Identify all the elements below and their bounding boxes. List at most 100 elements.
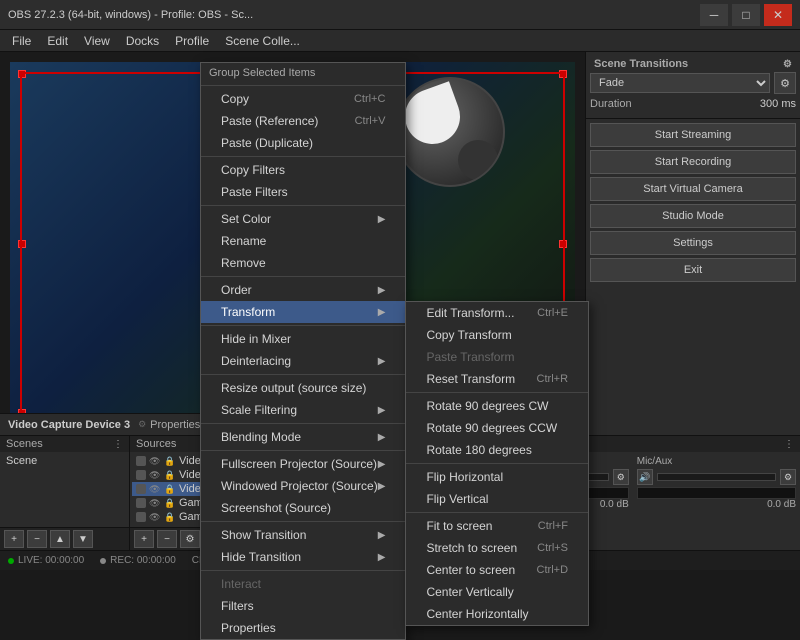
ctx-center-to-screen[interactable]: Center to screen Ctrl+D — [406, 559, 588, 581]
ctx-center-horizontally[interactable]: Center Horizontally — [406, 603, 588, 625]
scenes-options-icon[interactable]: ⋮ — [113, 439, 123, 450]
mic-audio-label: Mic/Aux — [637, 456, 796, 467]
scenes-panel-title: Scenes ⋮ — [0, 436, 129, 452]
scene-down-button[interactable]: ▼ — [73, 530, 93, 548]
menu-docks[interactable]: Docks — [118, 32, 167, 50]
ctx-group-selected-items: Group Selected Items — [201, 63, 405, 83]
window-title: OBS 27.2.3 (64-bit, windows) - Profile: … — [8, 9, 700, 21]
separator-1 — [201, 85, 405, 86]
ctx-edit-transform[interactable]: Edit Transform... Ctrl+E — [406, 302, 588, 324]
ctx-rotate-180[interactable]: Rotate 180 degrees — [406, 439, 588, 461]
minimize-button[interactable]: ─ — [700, 4, 728, 26]
ctx-rotate-cw[interactable]: Rotate 90 degrees CW — [406, 395, 588, 417]
separator-7 — [201, 423, 405, 424]
ctx-copy-filters[interactable]: Copy Filters — [201, 159, 405, 181]
scene-add-button[interactable]: + — [4, 530, 24, 548]
source-add-button[interactable]: + — [134, 530, 154, 548]
title-bar: OBS 27.2.3 (64-bit, windows) - Profile: … — [0, 0, 800, 30]
ctx-paste-reference[interactable]: Paste (Reference) Ctrl+V — [201, 110, 405, 132]
ctx-flip-horizontal[interactable]: Flip Horizontal — [406, 466, 588, 488]
ctx-rename[interactable]: Rename — [201, 230, 405, 252]
ctx-copy-transform[interactable]: Copy Transform — [406, 324, 588, 346]
menu-edit[interactable]: Edit — [39, 32, 76, 50]
separator-8 — [201, 450, 405, 451]
audio-channel-mic: Mic/Aux 🔊 ⚙ 0.0 dB — [637, 456, 796, 546]
mic-audio-bar — [657, 473, 776, 481]
separator-9 — [201, 521, 405, 522]
ctx-order[interactable]: Order ▶ — [201, 279, 405, 301]
menu-scene-collections[interactable]: Scene Colle... — [217, 32, 308, 50]
window-controls: ─ □ ✕ — [700, 4, 792, 26]
ctx-remove[interactable]: Remove — [201, 252, 405, 274]
ctx-rotate-ccw[interactable]: Rotate 90 degrees CCW — [406, 417, 588, 439]
source-lock-icon-2[interactable]: 🔒 — [164, 484, 176, 494]
ctx-set-color[interactable]: Set Color ▶ — [201, 208, 405, 230]
scene-item[interactable]: Scene — [2, 454, 127, 468]
menu-view[interactable]: View — [76, 32, 118, 50]
close-button[interactable]: ✕ — [764, 4, 792, 26]
ctx-blending-mode[interactable]: Blending Mode ▶ — [201, 426, 405, 448]
transform-sep-3 — [406, 512, 588, 513]
ctx-deinterlacing[interactable]: Deinterlacing ▶ — [201, 350, 405, 372]
source-visibility-icon-0[interactable]: 👁 — [149, 456, 161, 466]
scenes-controls: + − ▲ ▼ — [0, 527, 129, 550]
live-time: LIVE: 00:00:00 — [18, 555, 84, 566]
source-lock-icon-1[interactable]: 🔒 — [164, 470, 176, 480]
scene-up-button[interactable]: ▲ — [50, 530, 70, 548]
source-visibility-icon-3[interactable]: 👁 — [149, 498, 161, 508]
mic-audio-controls: 🔊 ⚙ — [637, 469, 796, 485]
source-lock-icon-4[interactable]: 🔒 — [164, 512, 176, 522]
ctx-transform[interactable]: Transform ▶ Edit Transform... Ctrl+E Cop… — [201, 301, 405, 323]
separator-5 — [201, 325, 405, 326]
ctx-stretch-to-screen[interactable]: Stretch to screen Ctrl+S — [406, 537, 588, 559]
source-settings-button[interactable]: ⚙ — [180, 530, 200, 548]
desktop-settings-button[interactable]: ⚙ — [613, 469, 629, 485]
source-type-icon-4 — [136, 512, 146, 522]
source-lock-icon-0[interactable]: 🔒 — [164, 456, 176, 466]
ctx-hide-transition[interactable]: Hide Transition ▶ — [201, 546, 405, 568]
ctx-fit-to-screen[interactable]: Fit to screen Ctrl+F — [406, 515, 588, 537]
scene-remove-button[interactable]: − — [27, 530, 47, 548]
source-visibility-icon-2[interactable]: 👁 — [149, 484, 161, 494]
rec-status: REC: 00:00:00 — [100, 555, 176, 566]
source-lock-icon-3[interactable]: 🔒 — [164, 498, 176, 508]
source-type-icon-1 — [136, 470, 146, 480]
ctx-fullscreen-projector[interactable]: Fullscreen Projector (Source) ▶ — [201, 453, 405, 475]
mic-audio-db: 0.0 dB — [637, 499, 796, 510]
scenes-panel: Scenes ⋮ Scene + − ▲ ▼ — [0, 436, 130, 550]
audio-options-icon[interactable]: ⋮ — [784, 439, 794, 450]
mic-mute-button[interactable]: 🔊 — [637, 469, 653, 485]
ctx-interact: Interact — [201, 573, 405, 595]
menu-file[interactable]: File — [4, 32, 39, 50]
ctx-reset-transform[interactable]: Reset Transform Ctrl+R — [406, 368, 588, 390]
menu-bar: File Edit View Docks Profile Scene Colle… — [0, 30, 800, 52]
rec-time: REC: 00:00:00 — [110, 555, 176, 566]
ctx-copy[interactable]: Copy Ctrl+C — [201, 88, 405, 110]
ctx-properties[interactable]: Properties — [201, 617, 405, 639]
mic-settings-button[interactable]: ⚙ — [780, 469, 796, 485]
ctx-resize-output[interactable]: Resize output (source size) — [201, 377, 405, 399]
ctx-paste-filters[interactable]: Paste Filters — [201, 181, 405, 203]
context-menu-overlay: Group Selected Items Copy Ctrl+C Paste (… — [0, 52, 800, 435]
live-status: LIVE: 00:00:00 — [8, 555, 84, 566]
ctx-paste-duplicate[interactable]: Paste (Duplicate) — [201, 132, 405, 154]
source-visibility-icon-4[interactable]: 👁 — [149, 512, 161, 522]
ctx-flip-vertical[interactable]: Flip Vertical — [406, 488, 588, 510]
scenes-list: Scene — [0, 452, 129, 527]
ctx-screenshot[interactable]: Screenshot (Source) — [201, 497, 405, 519]
separator-4 — [201, 276, 405, 277]
ctx-show-transition[interactable]: Show Transition ▶ — [201, 524, 405, 546]
ctx-scale-filtering[interactable]: Scale Filtering ▶ — [201, 399, 405, 421]
transform-sep-2 — [406, 463, 588, 464]
context-menu-level1: Group Selected Items Copy Ctrl+C Paste (… — [200, 62, 406, 640]
ctx-center-vertically[interactable]: Center Vertically — [406, 581, 588, 603]
ctx-filters[interactable]: Filters — [201, 595, 405, 617]
menu-profile[interactable]: Profile — [167, 32, 217, 50]
ctx-windowed-projector[interactable]: Windowed Projector (Source) ▶ — [201, 475, 405, 497]
separator-2 — [201, 156, 405, 157]
source-remove-button[interactable]: − — [157, 530, 177, 548]
ctx-hide-in-mixer[interactable]: Hide in Mixer — [201, 328, 405, 350]
source-visibility-icon-1[interactable]: 👁 — [149, 470, 161, 480]
maximize-button[interactable]: □ — [732, 4, 760, 26]
mic-level-meter — [637, 487, 796, 499]
